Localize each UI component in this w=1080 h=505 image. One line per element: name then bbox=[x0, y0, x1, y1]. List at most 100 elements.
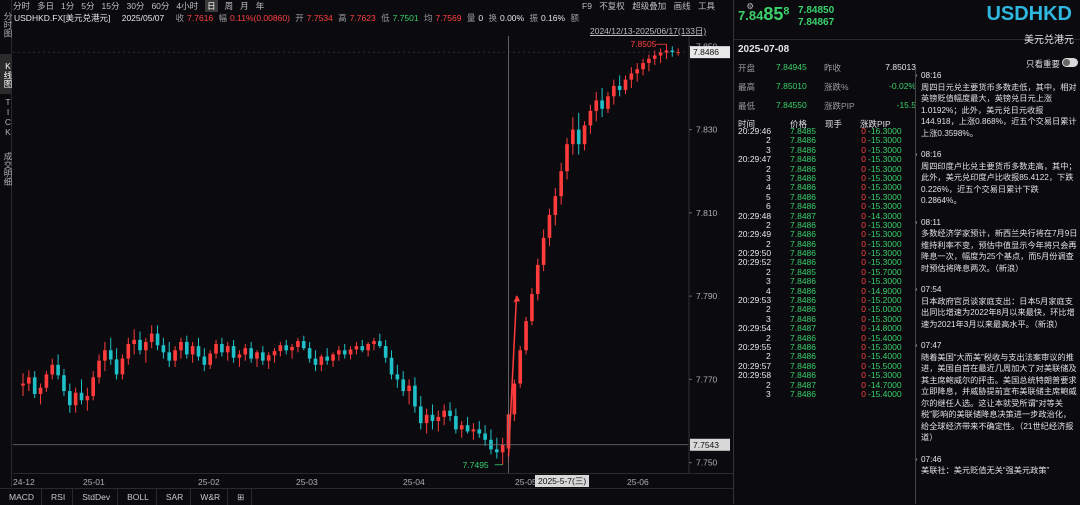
indicator-tab-6[interactable]: ⊞ bbox=[228, 489, 253, 505]
period-9[interactable]: 周 bbox=[225, 0, 234, 12]
news-text: 多数经济学家预计，新西兰央行将在7月9日维持利率不变，预估中值显示今年将只会再降… bbox=[921, 229, 1078, 273]
candle-body bbox=[27, 377, 31, 384]
f9-button[interactable]: F9 bbox=[582, 1, 592, 11]
indicator-tab-1[interactable]: RSI bbox=[42, 489, 74, 505]
symbol-title: USDHKD bbox=[986, 3, 1072, 25]
news-item[interactable]: 07:46 美联社：美元贬值无关“强美元政策” bbox=[916, 454, 1078, 477]
important-only-toggle[interactable] bbox=[1062, 58, 1078, 67]
tab-trade-detail[interactable]: 成交明细 bbox=[0, 146, 13, 192]
candle-body bbox=[465, 425, 470, 432]
app-window: { "left_tabs": ["分时图", "K线图", "TICK", "成… bbox=[0, 0, 1080, 505]
tick-list[interactable]: 时间 价格 现手 涨跌PIP 20:29:46 7.8485 0 -16.3000 2 7… bbox=[736, 118, 912, 399]
candle-body bbox=[383, 346, 388, 358]
x-tick-label: 25-05 bbox=[515, 477, 537, 487]
stat-value: 7.84550 bbox=[776, 100, 807, 110]
timeline-dot bbox=[916, 344, 917, 347]
candle-body bbox=[395, 374, 400, 380]
panel-divider bbox=[733, 0, 734, 504]
important-only-label: 只看重要 bbox=[1026, 59, 1061, 69]
overlay-button[interactable]: 超级叠加 bbox=[632, 1, 666, 11]
candle-body bbox=[255, 352, 259, 359]
news-time: 08:16 bbox=[921, 150, 942, 159]
candle-body bbox=[184, 341, 189, 355]
candle-body bbox=[530, 294, 534, 322]
news-item[interactable]: 08:16 周四日元兑主要货币多数走低，其中，相对英镑贬值幅度最大，英镑兑日元上涨… bbox=[916, 70, 1078, 139]
tools-button[interactable]: 工具 bbox=[698, 1, 715, 11]
candle-body bbox=[243, 348, 248, 355]
news-item[interactable]: 08:11 多数经济学家预计，新西兰央行将在7月9日维持利率不变，预估中值显示今年… bbox=[916, 217, 1078, 275]
news-time: 08:16 bbox=[921, 71, 942, 80]
candle-body bbox=[284, 345, 289, 351]
vol-label: 量 bbox=[466, 13, 476, 23]
x-axis: 24-12 25-01 25-02 25-03 25-04 25-05 25-06 bbox=[13, 473, 733, 487]
candle-body bbox=[85, 396, 90, 401]
news-item[interactable]: 07:54 日本政府官员谈家庭支出：日本5月家庭支出同比增速为2022年8月以来最… bbox=[916, 284, 1078, 330]
news-text: 随着美国“大而美”税收与支出法案审议的推进，美国自首在最近几周加大了对美联储及其… bbox=[921, 352, 1077, 443]
tab-kline[interactable]: K线图 bbox=[0, 54, 13, 94]
candle-body bbox=[442, 410, 446, 417]
tab-tick[interactable]: TICK bbox=[0, 96, 13, 138]
tick-row: 3 7.8486 0 -15.4000 bbox=[736, 388, 912, 399]
period-1[interactable]: 多日 bbox=[37, 0, 54, 12]
indicator-tab-2[interactable]: StdDev bbox=[73, 489, 119, 505]
period-5[interactable]: 30分 bbox=[126, 0, 144, 12]
stats-panel: 开盘 7.84945 昨收 7.85013 最高 7.85010 涨跌% -0.02% 最低 7.… bbox=[738, 62, 916, 119]
candle-body bbox=[225, 346, 230, 353]
timeline-dot bbox=[916, 220, 917, 224]
x-tick-label: 24-12 bbox=[13, 477, 35, 487]
candle-body bbox=[348, 349, 353, 355]
bid-ask: 7.84850 7.84867 bbox=[798, 5, 834, 29]
tab-timeshare[interactable]: 分时图 bbox=[0, 2, 13, 48]
candle-body bbox=[138, 339, 142, 351]
period-6[interactable]: 60分 bbox=[151, 0, 169, 12]
news-text: 日本政府官员谈家庭支出：日本5月家庭支出同比增速为2022年8月以来最快，环比增… bbox=[921, 296, 1075, 329]
period-10[interactable]: 月 bbox=[240, 0, 249, 12]
candle-body bbox=[664, 50, 669, 53]
draw-line-button[interactable]: 画线 bbox=[674, 1, 691, 11]
candle-body bbox=[132, 339, 136, 345]
stat-value: -15.5 bbox=[896, 100, 916, 110]
candle-body bbox=[97, 360, 101, 378]
turnover-label: 换 bbox=[488, 13, 497, 23]
news-item[interactable]: 08:16 周四印度卢比兑主要货币多数走高，其中；此外，美元兑印度卢比收报85.4… bbox=[916, 149, 1078, 207]
amount-label: 额 bbox=[570, 13, 579, 23]
news-feed[interactable]: 08:16 周四日元兑主要货币多数走低，其中，相对英镑贬值幅度最大，英镑兑日元上涨… bbox=[916, 70, 1078, 504]
news-text: 美联社：美元贬值无关“强美元政策” bbox=[921, 466, 1050, 475]
candle-body bbox=[571, 129, 575, 145]
period-4[interactable]: 15分 bbox=[102, 0, 120, 12]
candle-body bbox=[436, 416, 441, 422]
timeline-dot bbox=[916, 74, 917, 77]
indicator-tab-3[interactable]: BOLL bbox=[118, 489, 157, 505]
y-tick-label: 7.790 bbox=[696, 291, 718, 301]
adjust-select[interactable]: 不复权 bbox=[599, 1, 625, 11]
period-2[interactable]: 1分 bbox=[61, 0, 74, 12]
tick-vol: 0 bbox=[861, 388, 866, 399]
period-11[interactable]: 年 bbox=[256, 0, 265, 12]
high-value: 7.7623 bbox=[349, 13, 376, 23]
news-time: 07:54 bbox=[921, 285, 942, 294]
indicator-tab-4[interactable]: SAR bbox=[157, 489, 192, 505]
candle-body bbox=[342, 350, 347, 355]
candle-body bbox=[62, 375, 66, 392]
period-0[interactable]: 分时 bbox=[13, 0, 30, 12]
candle-body bbox=[144, 341, 148, 351]
candle-body bbox=[459, 425, 464, 430]
period-3[interactable]: 5分 bbox=[81, 0, 94, 12]
candle-body bbox=[202, 356, 207, 365]
change-label: 幅 bbox=[218, 13, 228, 23]
indicator-tab-0[interactable]: MACD bbox=[0, 489, 43, 505]
ohlc-info-bar: USDHKD.FX[美元兑港元] 2025/05/07 收 7.7616 幅 0.1… bbox=[14, 12, 714, 24]
indicator-tab-5[interactable]: W&R bbox=[191, 489, 229, 505]
news-item[interactable]: 07:47 随着美国“大而美”税收与支出法案审议的推进，美国自首在最近几周加大了对… bbox=[916, 340, 1078, 444]
candle-body bbox=[483, 433, 487, 440]
stat-label: 开盘 bbox=[738, 63, 756, 73]
stat-value: 7.85013 bbox=[885, 62, 916, 72]
period-7[interactable]: 4小时 bbox=[176, 0, 198, 12]
stat-label: 涨跌% bbox=[824, 82, 849, 92]
candle-body bbox=[448, 410, 452, 417]
period-8[interactable]: 日 bbox=[205, 0, 218, 12]
kline-chart[interactable]: 7.8507.8307.8107.7907.7707.7507.75437.84… bbox=[13, 36, 733, 473]
tick-time: 3 bbox=[766, 388, 771, 399]
candle-body bbox=[32, 377, 37, 394]
candle-body bbox=[606, 96, 610, 109]
